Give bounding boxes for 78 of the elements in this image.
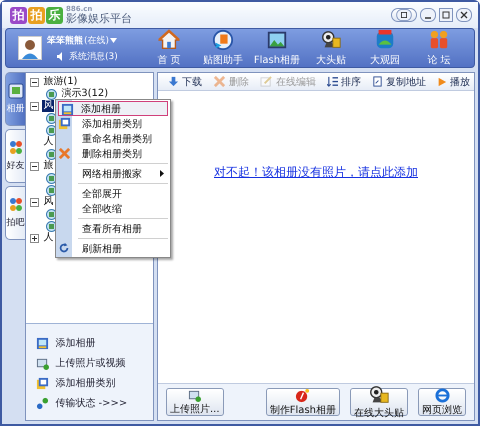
menu-item[interactable]: 查看所有相册 <box>56 221 170 236</box>
nav-button[interactable]: 大观园 <box>358 29 412 67</box>
system-messages-link[interactable]: 系统消息(3) <box>69 50 118 62</box>
sort-icon <box>327 76 338 87</box>
action-link[interactable]: 上传照片或视频 <box>55 356 126 370</box>
action-link[interactable]: 添加相册类别 <box>55 376 116 390</box>
photo-icon <box>266 29 288 51</box>
app-title: 影像娱乐平台 <box>66 13 132 24</box>
side-tab[interactable]: 好友 <box>5 129 26 183</box>
toolbar-button[interactable]: 播放 <box>437 74 470 88</box>
collapse-icon[interactable] <box>30 162 40 170</box>
minimize-button[interactable] <box>420 8 436 22</box>
menu-item[interactable]: 刷新相册 <box>56 241 170 256</box>
close-button[interactable] <box>456 8 472 22</box>
collapse-icon[interactable] <box>30 102 40 110</box>
logo-letter: 拍 <box>10 6 27 24</box>
nav-button[interactable]: 论 坛 <box>412 29 466 67</box>
folder-icon <box>36 376 50 390</box>
avatar <box>18 36 42 60</box>
nav-button[interactable]: 贴图助手 <box>196 29 250 67</box>
add-photos-link[interactable]: 对不起！该相册没有照片，请点此添加 <box>214 164 418 181</box>
cross-icon <box>58 147 71 160</box>
album-icon <box>8 83 24 99</box>
nav-button[interactable]: Flash相册 <box>250 29 304 67</box>
toolbar-button[interactable]: 复制地址 <box>372 74 426 88</box>
tree-item[interactable]: 旅 <box>42 160 54 172</box>
menu-item[interactable]: 重命名相册类别 <box>56 131 170 146</box>
toolbar-button[interactable]: 排序 <box>327 74 361 88</box>
action-button[interactable]: 网页浏览 <box>418 388 466 416</box>
tree-item[interactable]: 人 <box>42 232 54 244</box>
album-icon <box>61 103 74 116</box>
copy-icon <box>372 76 383 87</box>
tree-item[interactable]: 演示3(12) <box>60 88 110 100</box>
browser-icon <box>434 388 450 402</box>
nav-button[interactable]: 大头贴 <box>304 29 358 67</box>
folder-icon <box>58 117 71 130</box>
side-tab[interactable]: 相册 <box>5 72 26 126</box>
menu-item[interactable]: 添加相册类别 <box>56 116 170 131</box>
tree-item[interactable]: 旅游(1) <box>42 76 78 88</box>
action-link[interactable]: 添加相册 <box>55 336 96 350</box>
tree-item[interactable]: 人 <box>42 136 54 148</box>
nav-button[interactable]: 首 页 <box>142 29 196 67</box>
album-icon <box>36 336 50 350</box>
submenu-arrow-icon <box>160 170 164 177</box>
menu-item[interactable]: 全部收缩 <box>56 201 170 216</box>
webcam-icon <box>368 384 390 406</box>
edit-icon <box>260 76 273 87</box>
action-button[interactable]: 制作Flash相册 <box>266 388 340 416</box>
picture-icon <box>188 388 202 402</box>
user-name: 笨笨熊熊 <box>47 34 83 46</box>
action-button[interactable]: 上传照片... <box>166 388 224 416</box>
flash-icon <box>295 388 310 402</box>
logo-letter: 拍 <box>28 6 45 24</box>
album-icon <box>46 88 58 100</box>
webcam-icon <box>320 29 342 51</box>
play-icon <box>437 76 447 86</box>
skin-button[interactable] <box>391 8 417 22</box>
refresh-icon <box>58 242 70 254</box>
cross-icon <box>213 75 226 88</box>
menu-item[interactable]: 删除相册类别 <box>56 146 170 161</box>
logo-letter: 乐 <box>46 6 63 24</box>
collapse-icon[interactable] <box>30 198 40 206</box>
dropdown-icon[interactable] <box>110 38 118 42</box>
menu-item[interactable]: 网络相册搬家 <box>56 166 170 181</box>
side-tab[interactable]: 拍吧 <box>5 186 26 240</box>
action-button[interactable]: 在线大头贴 <box>350 388 408 416</box>
tree-item[interactable]: 风 <box>42 100 54 112</box>
toolbar-button[interactable]: 下载 <box>168 74 202 88</box>
action-link[interactable]: 传输状态 ->>> <box>55 396 128 410</box>
collapse-icon[interactable] <box>30 78 40 86</box>
expand-icon[interactable] <box>30 234 40 242</box>
menu-item[interactable]: 全部展开 <box>56 186 170 201</box>
maximize-button[interactable] <box>439 8 453 22</box>
tree-item[interactable]: 风 <box>42 196 54 208</box>
house-icon <box>158 29 180 51</box>
menu-item[interactable]: 添加相册 <box>58 101 168 116</box>
picture-icon <box>36 356 50 370</box>
download-icon <box>168 76 179 87</box>
